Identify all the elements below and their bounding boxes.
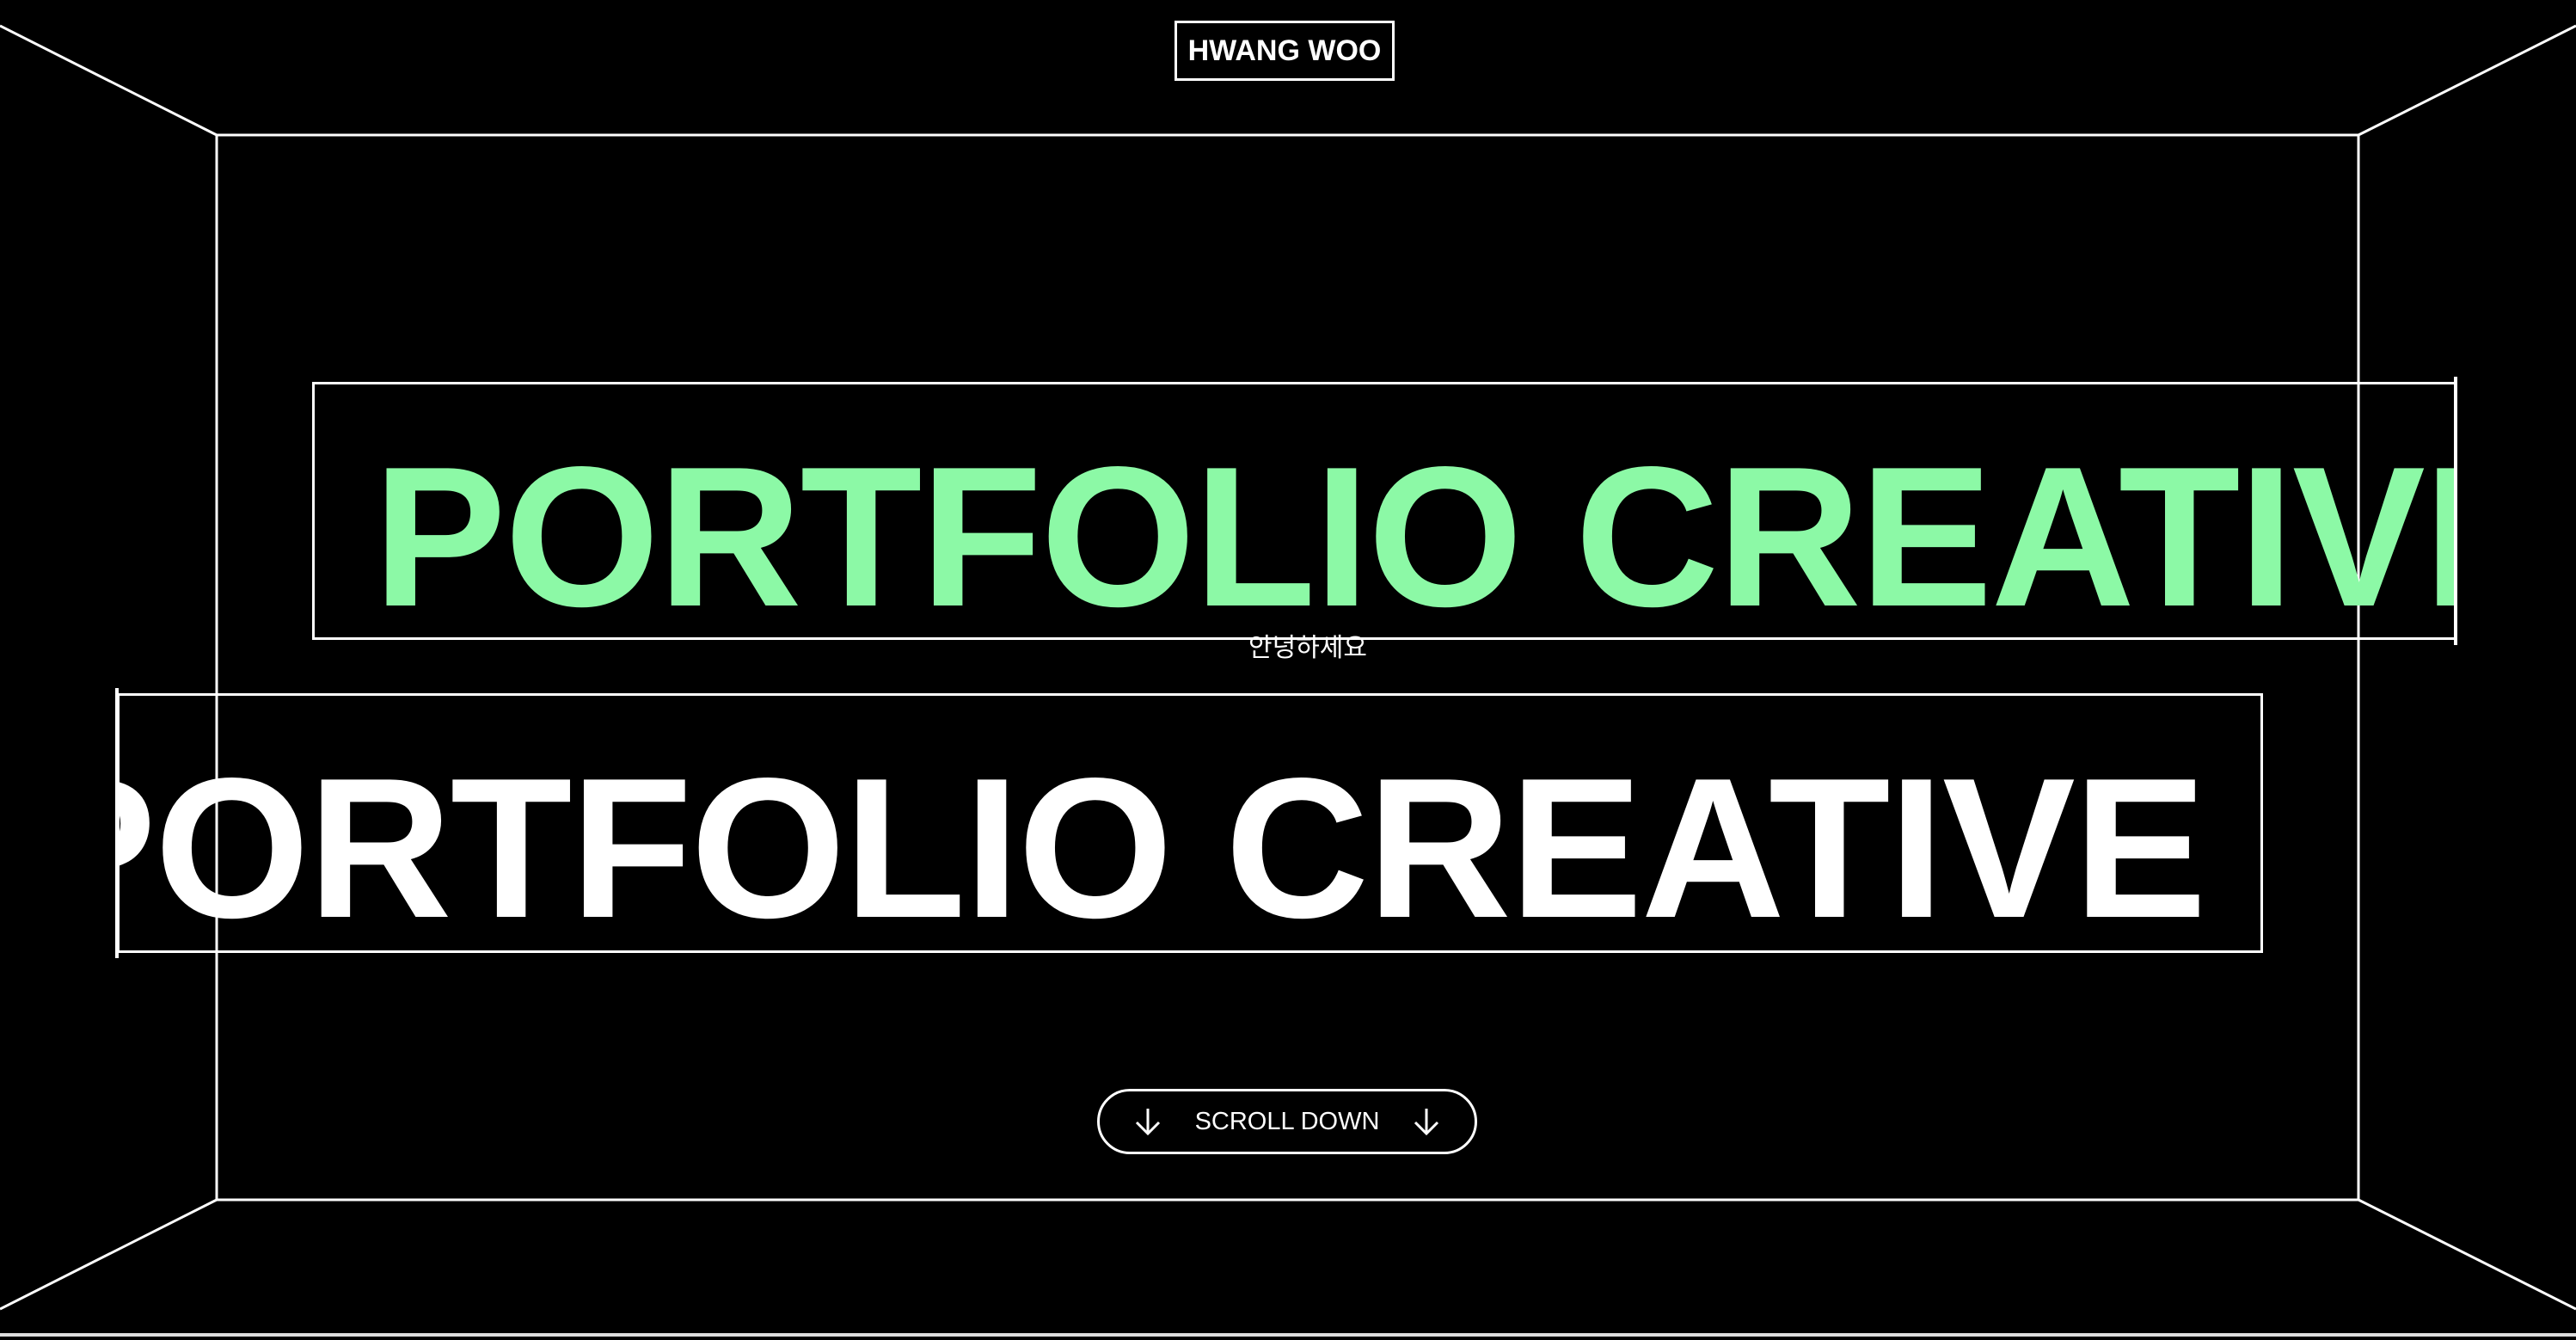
brand-logo-text: HWANG WOO bbox=[1187, 34, 1382, 67]
marquee-top: PORTFOLIO CREATIVE bbox=[312, 382, 2456, 640]
marquee-bottom-left-tick bbox=[115, 688, 119, 958]
arrow-down-icon bbox=[1135, 1109, 1161, 1136]
corner-line-top-left bbox=[0, 24, 218, 137]
scroll-down-label: SCROLL DOWN bbox=[1194, 1107, 1380, 1135]
scroll-down-button[interactable]: SCROLL DOWN bbox=[1097, 1089, 1477, 1154]
marquee-top-text: PORTFOLIO CREATIVE bbox=[373, 426, 2456, 640]
marquee-top-right-tick bbox=[2454, 377, 2457, 645]
corner-line-bottom-left bbox=[0, 1198, 218, 1311]
brand-logo[interactable]: HWANG WOO bbox=[1175, 21, 1395, 81]
marquee-bottom: PORTFOLIO CREATIVE bbox=[117, 693, 2263, 953]
corner-line-bottom-right bbox=[2358, 1198, 2576, 1311]
marquee-bottom-text: PORTFOLIO CREATIVE bbox=[117, 737, 2207, 953]
corner-line-top-right bbox=[2358, 24, 2576, 137]
arrow-down-icon bbox=[1414, 1109, 1439, 1136]
inner-wall-frame bbox=[215, 133, 2360, 1202]
